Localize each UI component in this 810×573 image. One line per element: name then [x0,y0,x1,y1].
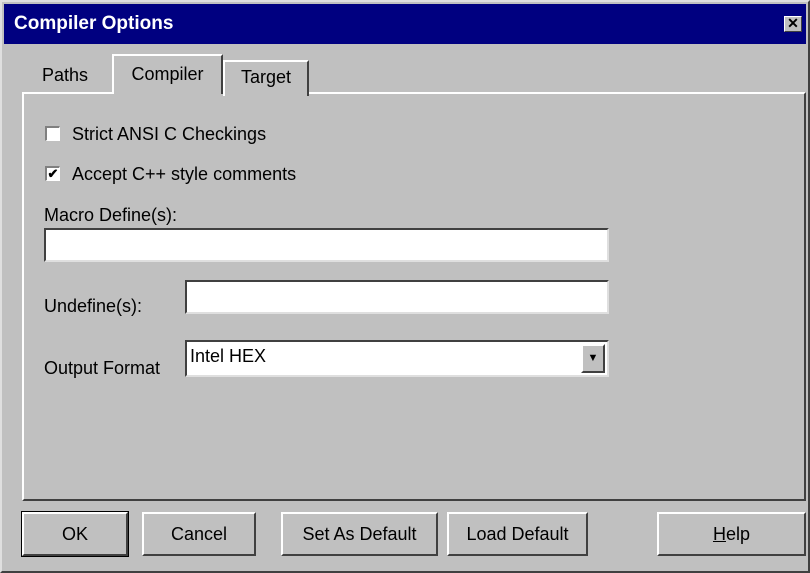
window-title: Compiler Options [14,13,174,34]
cpp-comments-checkbox[interactable]: ✔ [45,166,60,181]
cancel-button[interactable]: Cancel [142,512,256,556]
help-button[interactable]: Help [657,512,806,556]
strict-ansi-checkbox[interactable] [45,126,60,141]
tab-compiler[interactable]: Compiler [112,54,223,94]
macro-define-input[interactable] [44,228,609,262]
load-default-button[interactable]: Load Default [447,512,588,556]
chevron-down-icon: ▼ [587,352,599,364]
undefine-input[interactable] [185,280,609,314]
ok-button[interactable]: OK [21,511,129,557]
close-button[interactable]: ✕ [784,16,802,32]
checkmark-icon: ✔ [47,166,59,181]
set-as-default-button[interactable]: Set As Default [281,512,438,556]
dropdown-button[interactable]: ▼ [581,344,605,373]
title-bar[interactable]: Compiler Options ✕ [4,4,806,44]
close-icon: ✕ [787,15,799,31]
tab-paths[interactable]: Paths [22,60,108,92]
tab-target[interactable]: Target [223,60,309,96]
strict-ansi-label: Strict ANSI C Checkings [72,124,267,144]
output-format-select[interactable]: Intel HEX ▼ [185,340,609,377]
help-accelerator: H [712,524,726,544]
output-format-value: Intel HEX [190,346,267,366]
output-format-label: Output Format [44,358,161,378]
macro-define-label: Macro Define(s): [44,205,178,225]
undefine-label: Undefine(s): [44,296,143,316]
help-label: elp [725,524,751,544]
cpp-comments-label: Accept C++ style comments [72,164,297,184]
